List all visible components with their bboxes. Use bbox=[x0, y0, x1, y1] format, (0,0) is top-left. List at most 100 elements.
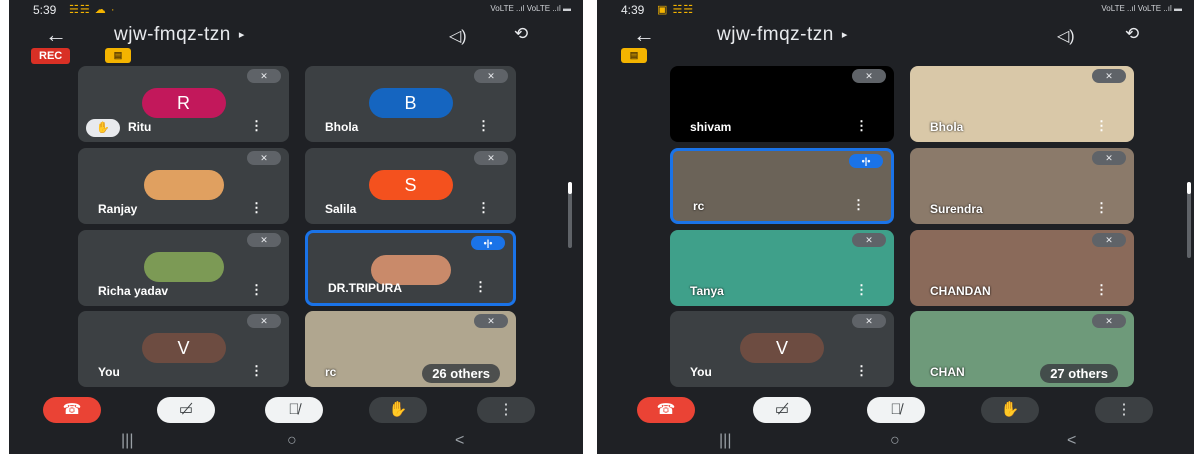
avatar: S bbox=[368, 170, 453, 200]
tile-more-icon[interactable]: ⋮ bbox=[1095, 200, 1108, 216]
participant-tile[interactable]: ✕ B Bhola ⋮ bbox=[305, 66, 516, 142]
participant-name: Salila bbox=[325, 202, 357, 216]
back-arrow-icon[interactable]: ← bbox=[633, 22, 655, 48]
raise-hand-button[interactable]: ✋ bbox=[981, 397, 1039, 423]
mic-off-button[interactable]: 🎙̸ bbox=[867, 397, 925, 423]
notification-icons: ▣ ☵☵ bbox=[657, 4, 695, 16]
participant-tile[interactable]: ✕ S Salila ⋮ bbox=[305, 148, 516, 224]
participant-tile[interactable]: •|• DR.TRIPURA ⋮ bbox=[305, 230, 516, 306]
recording-badge: REC bbox=[31, 48, 71, 64]
recent-apps-icon[interactable]: ||| bbox=[719, 432, 731, 450]
phone-screen-left: 5:39 ☵☵ ☁ · VoLTE ..ıl VoLTE ..ıl ▬ ← wj… bbox=[9, 0, 583, 454]
tile-more-icon[interactable]: ⋮ bbox=[477, 118, 490, 134]
tile-more-icon[interactable]: ⋮ bbox=[250, 118, 263, 134]
others-count-badge[interactable]: 27 others bbox=[1040, 364, 1118, 383]
home-icon[interactable]: ○ bbox=[287, 432, 297, 450]
status-bar: 4:39 ▣ ☵☵ VoLTE ..ıl VoLTE ..ıl ▬ bbox=[597, 0, 1194, 20]
scrollbar[interactable] bbox=[1187, 182, 1191, 258]
caret-right-icon: ▸ bbox=[238, 29, 245, 42]
muted-mic-icon: ✕ bbox=[247, 151, 281, 165]
signal-battery-icon: VoLTE ..ıl VoLTE ..ıl ▬ bbox=[1101, 4, 1182, 13]
participant-tile[interactable]: ✕ R ✋ Ritu ⋮ bbox=[78, 66, 289, 142]
participant-tile[interactable]: ✕ V You ⋮ bbox=[670, 311, 894, 387]
participant-tile[interactable]: ✕ Richa yadav ⋮ bbox=[78, 230, 289, 306]
participant-name: Surendra bbox=[930, 202, 983, 216]
end-call-button[interactable]: ☎ bbox=[43, 397, 101, 423]
tile-more-icon[interactable]: ⋮ bbox=[852, 197, 865, 213]
participant-name: You bbox=[98, 365, 120, 379]
call-controls: ☎ ▭̸ 🎙̸ ✋ ⋮ bbox=[597, 397, 1194, 423]
participant-name: rc bbox=[325, 365, 337, 379]
tile-more-icon[interactable]: ⋮ bbox=[855, 282, 868, 298]
participant-name: Bhola bbox=[930, 120, 964, 134]
others-count-badge[interactable]: 26 others bbox=[422, 364, 500, 383]
tile-more-icon[interactable]: ⋮ bbox=[1095, 118, 1108, 134]
participant-tile[interactable]: •|• rc ⋮ bbox=[670, 148, 894, 224]
participant-tile[interactable]: ✕ Surendra ⋮ bbox=[910, 148, 1134, 224]
muted-mic-icon: ✕ bbox=[1092, 314, 1126, 328]
more-options-button[interactable]: ⋮ bbox=[477, 397, 535, 423]
participant-tile[interactable]: ✕ Tanya ⋮ bbox=[670, 230, 894, 306]
participant-tile[interactable]: ✕ CHANDAN ⋮ bbox=[910, 230, 1134, 306]
status-time: 4:39 bbox=[621, 3, 645, 17]
participant-name: Tanya bbox=[690, 284, 724, 298]
participant-name: Bhola bbox=[325, 120, 359, 134]
call-controls: ☎ ▭̸ 🎙̸ ✋ ⋮ bbox=[9, 397, 583, 423]
recent-apps-icon[interactable]: ||| bbox=[121, 432, 133, 450]
participant-name: CHAN bbox=[930, 365, 965, 379]
tile-more-icon[interactable]: ⋮ bbox=[855, 118, 868, 134]
captions-badge-icon: ▤ bbox=[621, 48, 647, 63]
tile-more-icon[interactable]: ⋮ bbox=[1095, 282, 1108, 298]
muted-mic-icon: ✕ bbox=[1092, 151, 1126, 165]
tile-more-icon[interactable]: ⋮ bbox=[477, 200, 490, 216]
avatar: V bbox=[740, 333, 824, 363]
avatar bbox=[143, 170, 224, 200]
participant-name: You bbox=[690, 365, 712, 379]
meeting-code[interactable]: wjw-fmqz-tzn ▸ bbox=[114, 24, 245, 46]
back-arrow-icon[interactable]: ← bbox=[45, 22, 67, 48]
camera-off-button[interactable]: ▭̸ bbox=[157, 397, 215, 423]
tile-more-icon[interactable]: ⋮ bbox=[250, 363, 263, 379]
muted-mic-icon: ✕ bbox=[474, 314, 508, 328]
meeting-code[interactable]: wjw-fmqz-tzn ▸ bbox=[717, 24, 848, 46]
participant-tile[interactable]: ✕ shivam ⋮ bbox=[670, 66, 894, 142]
speaker-icon[interactable]: ◁) bbox=[1057, 26, 1075, 46]
muted-mic-icon: ✕ bbox=[852, 314, 886, 328]
nav-back-icon[interactable]: < bbox=[455, 432, 464, 450]
more-options-button[interactable]: ⋮ bbox=[1095, 397, 1153, 423]
switch-camera-icon[interactable]: ⟲ bbox=[1125, 24, 1139, 44]
muted-mic-icon: ✕ bbox=[474, 151, 508, 165]
raise-hand-button[interactable]: ✋ bbox=[369, 397, 427, 423]
camera-off-button[interactable]: ▭̸ bbox=[753, 397, 811, 423]
mic-off-button[interactable]: 🎙̸ bbox=[265, 397, 323, 423]
tile-more-icon[interactable]: ⋮ bbox=[855, 363, 868, 379]
meeting-code-text: wjw-fmqz-tzn bbox=[114, 24, 231, 45]
avatar bbox=[143, 252, 224, 282]
participant-tile[interactable]: ✕ rc 26 others bbox=[305, 311, 516, 387]
tile-more-icon[interactable]: ⋮ bbox=[250, 282, 263, 298]
signal-battery-icon: VoLTE ..ıl VoLTE ..ıl ▬ bbox=[490, 4, 571, 13]
participant-tile[interactable]: ✕ Ranjay ⋮ bbox=[78, 148, 289, 224]
participant-tile[interactable]: ✕ Bhola ⋮ bbox=[910, 66, 1134, 142]
meeting-header: ← wjw-fmqz-tzn ▸ ◁) ⟲ bbox=[597, 22, 1194, 50]
participant-tile[interactable]: ✕ V You ⋮ bbox=[78, 311, 289, 387]
switch-camera-icon[interactable]: ⟲ bbox=[514, 24, 528, 44]
participant-name: Ritu bbox=[128, 120, 152, 134]
tile-more-icon[interactable]: ⋮ bbox=[250, 200, 263, 216]
speaker-icon[interactable]: ◁) bbox=[449, 26, 467, 46]
muted-mic-icon: ✕ bbox=[1092, 233, 1126, 247]
participant-tile[interactable]: ✕ CHAN 27 others bbox=[910, 311, 1134, 387]
phone-screen-right: 4:39 ▣ ☵☵ VoLTE ..ıl VoLTE ..ıl ▬ ← wjw-… bbox=[597, 0, 1194, 454]
tile-more-icon[interactable]: ⋮ bbox=[474, 279, 487, 295]
end-call-button[interactable]: ☎ bbox=[637, 397, 695, 423]
home-icon[interactable]: ○ bbox=[890, 432, 900, 450]
avatar: V bbox=[141, 333, 226, 363]
scrollbar[interactable] bbox=[568, 182, 572, 248]
caret-right-icon: ▸ bbox=[841, 29, 848, 42]
nav-back-icon[interactable]: < bbox=[1067, 432, 1076, 450]
muted-mic-icon: ✕ bbox=[474, 69, 508, 83]
muted-mic-icon: ✕ bbox=[852, 233, 886, 247]
participant-name: DR.TRIPURA bbox=[328, 281, 402, 295]
meeting-code-text: wjw-fmqz-tzn bbox=[717, 24, 834, 45]
participant-name: Ranjay bbox=[98, 202, 138, 216]
